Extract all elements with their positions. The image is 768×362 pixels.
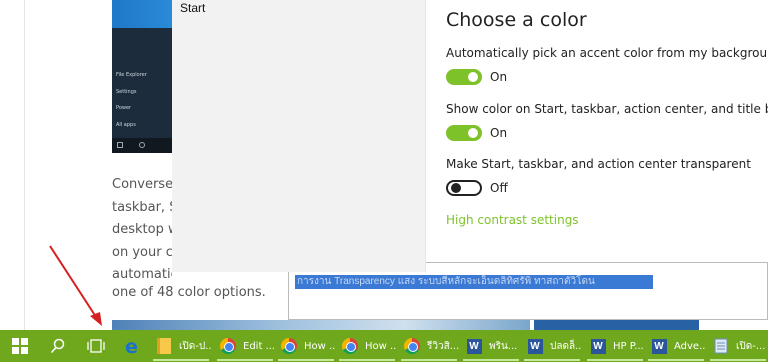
task-view-button[interactable] bbox=[76, 330, 116, 362]
toggle-state-label: Off bbox=[490, 181, 508, 195]
taskbar-app-label: Adve... bbox=[674, 340, 706, 352]
toggle-show-color[interactable] bbox=[446, 125, 482, 141]
taskbar-app[interactable]: W ปลดล็... bbox=[522, 331, 582, 361]
option-label-show-color: Show color on Start, taskbar, action cen… bbox=[446, 102, 768, 116]
chrome-icon bbox=[280, 337, 298, 355]
toggle-state-label: On bbox=[490, 126, 508, 140]
task-view-icon bbox=[87, 339, 105, 353]
article-image-2 bbox=[534, 320, 699, 330]
toggle-auto-accent[interactable] bbox=[446, 69, 482, 85]
taskbar-app-label: เปิด-... bbox=[736, 340, 766, 352]
option-label-transparent: Make Start, taskbar, and action center t… bbox=[446, 157, 751, 171]
taskbar-app[interactable]: เปิด-ป... bbox=[151, 331, 211, 361]
option-label-auto-accent: Automatically pick an accent color from … bbox=[446, 46, 768, 60]
toggle-state-label: On bbox=[490, 70, 508, 84]
taskbar-app[interactable]: W พริน... bbox=[461, 331, 521, 361]
chrome-icon bbox=[403, 337, 421, 355]
taskbar-app-label: How ... bbox=[365, 340, 397, 352]
notepad-icon bbox=[712, 337, 730, 355]
edge-icon: e bbox=[125, 337, 138, 355]
high-contrast-settings-link[interactable]: High contrast settings bbox=[446, 213, 579, 227]
article-line: Conversel bbox=[112, 177, 172, 192]
chrome-icon bbox=[219, 337, 237, 355]
thumb-item: All apps bbox=[116, 122, 136, 128]
word-icon: W bbox=[526, 337, 544, 355]
article-line: taskbar, St bbox=[112, 200, 172, 215]
settings-content: Choose a color Automatically pick an acc… bbox=[426, 0, 768, 262]
toggle-transparent[interactable] bbox=[446, 180, 482, 196]
search-button[interactable] bbox=[38, 330, 78, 362]
taskbar-app-label: เปิด-ป... bbox=[179, 340, 211, 352]
svg-text:e: e bbox=[125, 337, 138, 355]
thumb-item: Settings bbox=[116, 89, 137, 95]
red-arrow-annotation bbox=[49, 245, 102, 326]
taskbar-app-label: How ... bbox=[304, 340, 336, 352]
article-line: on your ch bbox=[112, 245, 172, 260]
windows-logo-icon bbox=[12, 338, 28, 354]
edge-button[interactable]: e bbox=[112, 330, 152, 362]
taskbar-app[interactable]: W HP P... bbox=[585, 331, 645, 361]
taskbar: e เปิด-ป... Edit ... How ... How ... รีว… bbox=[0, 330, 768, 362]
taskbar-app[interactable]: Edit ... bbox=[215, 331, 275, 361]
word-icon: W bbox=[465, 337, 483, 355]
start-menu-thumbnail: File Explorer Settings Power All apps bbox=[112, 0, 172, 153]
article-image bbox=[112, 320, 530, 330]
taskbar-app-label: HP P... bbox=[613, 340, 644, 352]
word-icon: W bbox=[650, 337, 668, 355]
taskbar-app-label: ปลดล็... bbox=[550, 340, 582, 352]
search-icon bbox=[50, 338, 65, 354]
word-icon: W bbox=[589, 337, 607, 355]
taskbar-app[interactable]: เปิด-... bbox=[708, 331, 768, 361]
file-explorer-icon bbox=[155, 337, 173, 355]
taskbar-app[interactable]: W Adve... bbox=[646, 331, 706, 361]
article-line: one of 48 color options. bbox=[112, 285, 266, 300]
chrome-icon bbox=[341, 337, 359, 355]
start-button[interactable] bbox=[0, 330, 40, 362]
taskbar-app-label: Edit ... bbox=[243, 340, 275, 352]
taskbar-app[interactable]: รีวิวสิ... bbox=[399, 331, 459, 361]
page-title: Choose a color bbox=[446, 9, 587, 31]
taskbar-app[interactable]: How ... bbox=[337, 331, 397, 361]
settings-nav-pane: Start bbox=[172, 0, 426, 272]
page-divider bbox=[24, 0, 25, 330]
thumb-item: File Explorer bbox=[116, 72, 147, 78]
taskbar-app[interactable]: How ... bbox=[276, 331, 336, 361]
article-line: desktop w bbox=[112, 222, 172, 237]
nav-item-start[interactable]: Start bbox=[180, 1, 205, 15]
thumb-item: Power bbox=[116, 105, 132, 111]
taskbar-app-label: พริน... bbox=[489, 340, 518, 352]
taskbar-app-label: รีวิวสิ... bbox=[427, 340, 459, 352]
selected-text[interactable]: การงาน Transparency แสง ระบบสีหลักจะเอ็น… bbox=[295, 275, 653, 289]
